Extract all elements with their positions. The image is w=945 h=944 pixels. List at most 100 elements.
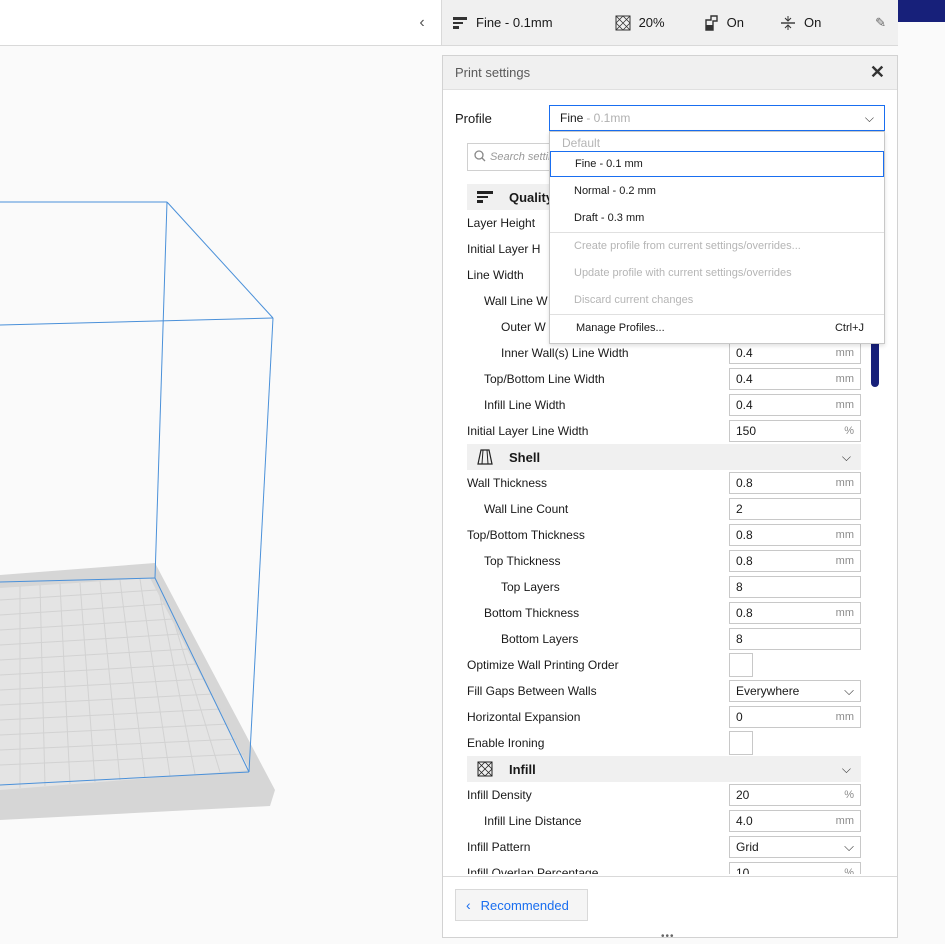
infill-pattern-select[interactable]: Grid ⌵	[729, 836, 861, 858]
setting-infill-line-distance[interactable]: Infill Line Distance 4.0 mm	[467, 808, 861, 834]
setting-optimize-wall-order[interactable]: Optimize Wall Printing Order	[467, 652, 861, 678]
setting-label: Wall Line W	[484, 294, 548, 308]
infill-line-width-input[interactable]: 0.4 mm	[729, 394, 861, 416]
option-label: Normal - 0.2 mm	[574, 185, 656, 197]
horizontal-expansion-input[interactable]: 0 mm	[729, 706, 861, 728]
setting-infill-density[interactable]: Infill Density 20%	[467, 782, 861, 808]
option-label: Discard current changes	[574, 294, 694, 306]
profile-select[interactable]: Fine - 0.1mm ⌵	[549, 105, 885, 131]
infill-line-distance-input[interactable]: 4.0 mm	[729, 810, 861, 832]
top-bottom-line-width-input[interactable]: 0.4 mm	[729, 368, 861, 390]
category-shell[interactable]: Shell ⌵	[467, 444, 861, 470]
profile-row: Profile Fine - 0.1mm ⌵	[455, 105, 887, 131]
field-unit: mm	[835, 347, 854, 359]
wall-thickness-input[interactable]: 0.8 mm	[729, 472, 861, 494]
brand-strip	[898, 0, 945, 22]
update-profile-item[interactable]: Update profile with current settings/ove…	[550, 260, 884, 286]
setting-bottom-thickness[interactable]: Bottom Thickness 0.8 mm	[467, 600, 861, 626]
setting-label: Inner Wall(s) Line Width	[501, 346, 629, 360]
setting-bottom-layers[interactable]: Bottom Layers 8	[467, 626, 861, 652]
adhesion-icon	[780, 15, 796, 31]
profile-option-draft[interactable]: Draft - 0.3 mm	[550, 205, 884, 231]
chevron-left-icon[interactable]: ‹	[415, 14, 429, 32]
enable-ironing-checkbox[interactable]	[729, 731, 753, 755]
setting-label: Outer W	[501, 320, 546, 334]
setting-label: Initial Layer H	[467, 242, 541, 256]
summary-profile[interactable]: Fine - 0.1mm	[442, 0, 563, 46]
quality-icon	[477, 189, 493, 205]
setting-top-thickness[interactable]: Top Thickness 0.8 mm	[467, 548, 861, 574]
bottom-layers-input[interactable]: 8	[729, 628, 861, 650]
option-label: Create profile from current settings/ove…	[574, 240, 801, 252]
optimize-wall-order-checkbox[interactable]	[729, 653, 753, 677]
field-unit: mm	[835, 399, 854, 411]
setting-top-layers[interactable]: Top Layers 8	[467, 574, 861, 600]
field-unit: %	[844, 425, 854, 437]
setting-top-bottom-line-width[interactable]: Top/Bottom Line Width 0.4 mm	[467, 366, 861, 392]
create-profile-item[interactable]: Create profile from current settings/ove…	[550, 233, 884, 259]
setting-label: Wall Thickness	[467, 476, 548, 490]
setting-label: Initial Layer Line Width	[467, 424, 589, 438]
field-value: 2	[736, 502, 743, 516]
inner-wall-line-width-input[interactable]: 0.4 mm	[729, 342, 861, 364]
field-value: 150	[736, 424, 757, 438]
option-label: Update profile with current settings/ove…	[574, 267, 792, 279]
chevron-down-icon: ⌵	[841, 449, 851, 464]
summary-support[interactable]: On	[693, 0, 754, 46]
field-unit: mm	[835, 555, 854, 567]
profile-option-normal[interactable]: Normal - 0.2 mm	[550, 178, 884, 204]
infill-overlap-input[interactable]: 10%	[729, 862, 861, 874]
setting-label: Infill Density	[467, 788, 532, 802]
setting-infill-pattern[interactable]: Infill Pattern Grid ⌵	[467, 834, 861, 860]
option-label: Draft - 0.3 mm	[574, 212, 645, 224]
top-layers-input[interactable]: 8	[729, 576, 861, 598]
category-infill-name: Infill	[509, 761, 536, 777]
top-thickness-input[interactable]: 0.8 mm	[729, 550, 861, 572]
pencil-icon[interactable]: ✎	[875, 15, 886, 31]
support-icon	[703, 14, 719, 31]
setting-label: Infill Pattern	[467, 840, 531, 854]
recommended-button[interactable]: ‹ Recommended	[455, 889, 588, 921]
manage-profiles-item[interactable]: Manage Profiles... Ctrl+J	[550, 315, 884, 341]
setting-infill-line-width[interactable]: Infill Line Width 0.4 mm	[467, 392, 861, 418]
category-quality-name: Quality	[509, 189, 554, 205]
summary-adhesion[interactable]: On	[770, 0, 831, 46]
shell-icon	[477, 449, 493, 465]
discard-changes-item[interactable]: Discard current changes	[550, 287, 884, 313]
setting-enable-ironing[interactable]: Enable Ironing	[467, 730, 861, 756]
profile-dropdown[interactable]: Default Fine - 0.1 mm Normal - 0.2 mm Dr…	[549, 131, 885, 344]
setting-label: Layer Height	[467, 216, 536, 230]
setting-fill-gaps[interactable]: Fill Gaps Between Walls Everywhere ⌵	[467, 678, 861, 704]
profile-label: Profile	[455, 110, 492, 126]
setting-label: Enable Ironing	[467, 736, 545, 750]
setting-label: Top/Bottom Line Width	[484, 372, 605, 386]
wall-line-count-input[interactable]: 2	[729, 498, 861, 520]
layer-height-icon	[452, 15, 468, 31]
setting-infill-overlap[interactable]: Infill Overlap Percentage 10%	[467, 860, 861, 874]
summary-infill[interactable]: 20%	[605, 0, 675, 46]
profile-select-value: Fine	[560, 111, 584, 125]
fill-gaps-select[interactable]: Everywhere ⌵	[729, 680, 861, 702]
field-value: Grid	[736, 840, 759, 854]
setting-label: Bottom Thickness	[484, 606, 580, 620]
setting-wall-thickness[interactable]: Wall Thickness 0.8 mm	[467, 470, 861, 496]
setting-initial-layer-line-width[interactable]: Initial Layer Line Width 150%	[467, 418, 861, 444]
setting-wall-line-count[interactable]: Wall Line Count 2	[467, 496, 861, 522]
top-bottom-thickness-input[interactable]: 0.8 mm	[729, 524, 861, 546]
bottom-thickness-input[interactable]: 0.8 mm	[729, 602, 861, 624]
setting-label: Horizontal Expansion	[467, 710, 581, 724]
setting-label: Infill Overlap Percentage	[467, 866, 599, 874]
setting-horizontal-expansion[interactable]: Horizontal Expansion 0 mm	[467, 704, 861, 730]
setting-label: Top Thickness	[484, 554, 561, 568]
resize-grip-icon[interactable]: •••	[661, 931, 675, 942]
field-unit: %	[844, 789, 854, 801]
viewport-3d[interactable]: ‹	[0, 0, 441, 944]
profile-option-fine[interactable]: Fine - 0.1 mm	[550, 151, 884, 177]
infill-density-input[interactable]: 20%	[729, 784, 861, 806]
close-icon[interactable]: ✕	[870, 62, 885, 83]
initial-layer-line-width-input[interactable]: 150%	[729, 420, 861, 442]
setting-top-bottom-thickness[interactable]: Top/Bottom Thickness 0.8 mm	[467, 522, 861, 548]
category-infill[interactable]: Infill ⌵	[467, 756, 861, 782]
field-unit: mm	[835, 373, 854, 385]
print-summary-bar[interactable]: Fine - 0.1mm 20% On On ✎	[441, 0, 898, 46]
